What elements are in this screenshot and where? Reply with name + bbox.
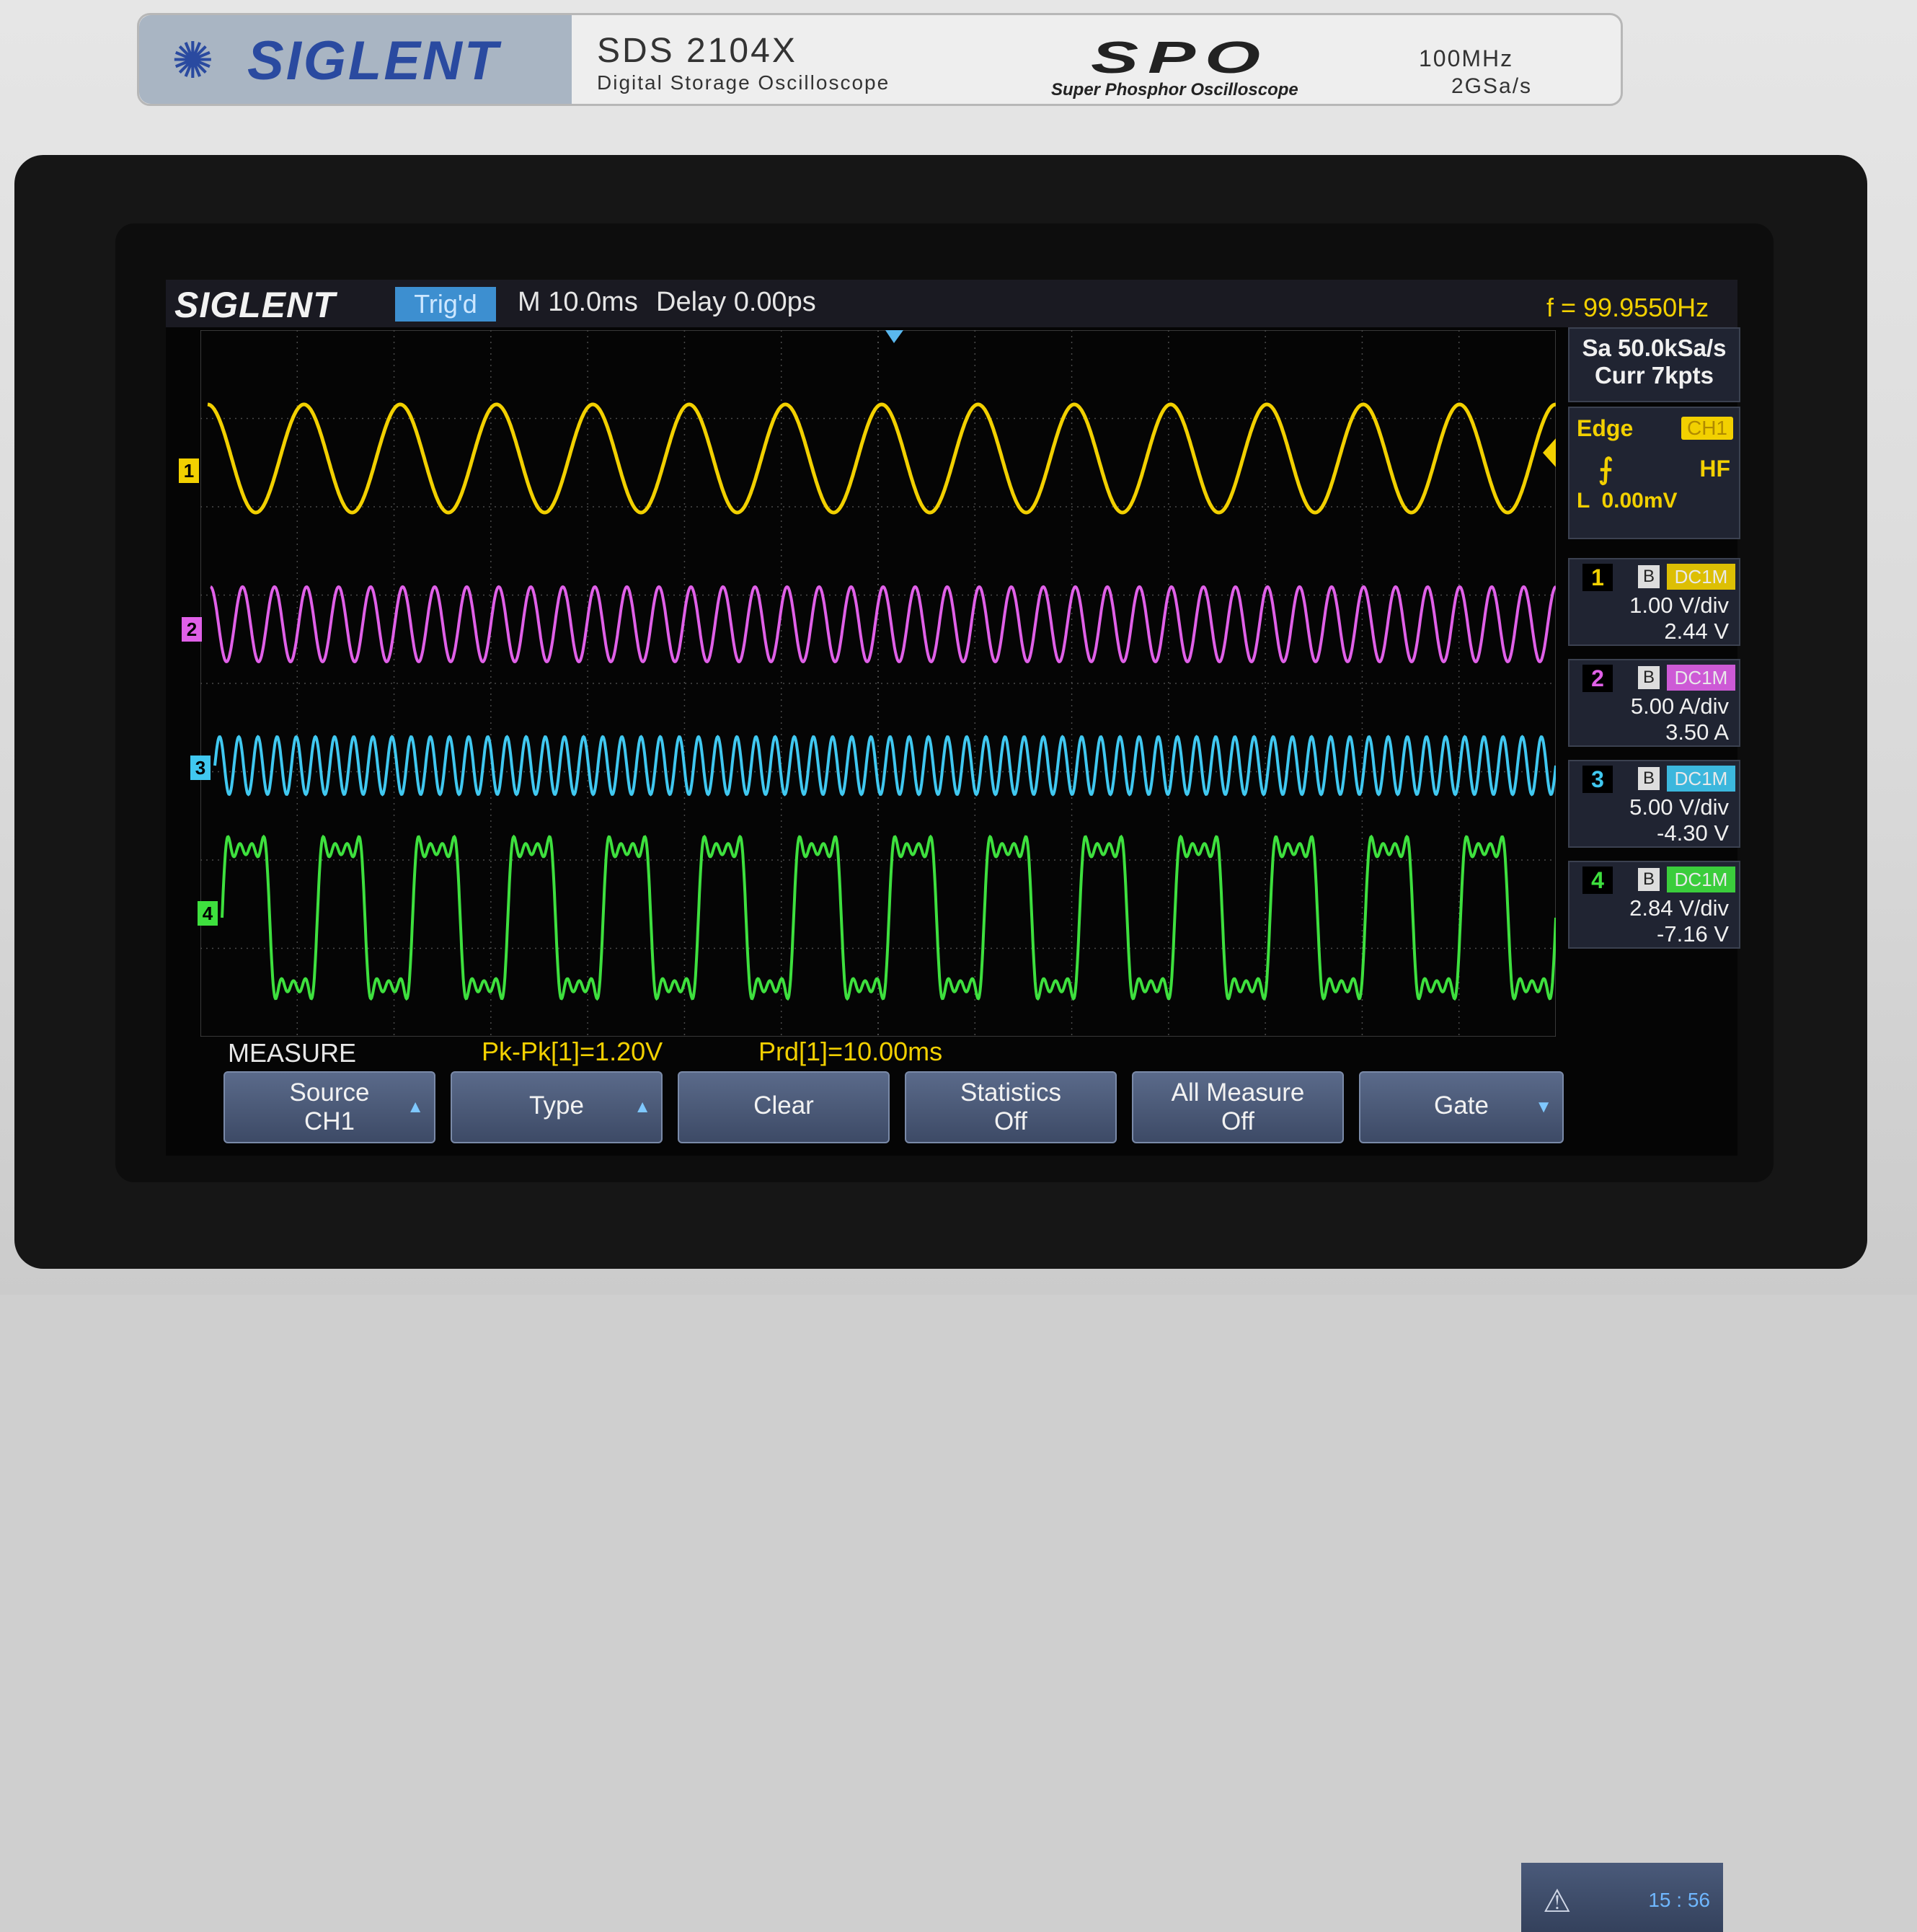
waveform-grid[interactable]	[200, 330, 1556, 1037]
network-disconnected-icon: ⚠	[1543, 1884, 1572, 1919]
softkey-statistics[interactable]: Statistics Off	[905, 1071, 1117, 1143]
vertical-scale: 2.84 V/div	[1629, 895, 1729, 921]
trigger-state-badge: Trig'd	[395, 287, 496, 322]
vertical-scale: 1.00 V/div	[1629, 593, 1729, 618]
status-bar: SIGLENT Trig'd M 10.0ms Delay 0.00ps f =…	[166, 280, 1737, 327]
model-name: SDS 2104X	[597, 32, 797, 70]
softkey-gate[interactable]: Gate ▼	[1359, 1071, 1564, 1143]
channel-2-box[interactable]: 2 B DC1M 5.00 A/div 3.50 A	[1568, 659, 1740, 747]
bandwidth-limit-badge: B	[1638, 868, 1660, 891]
measure-pkpk-value: Pk-Pk[1]=1.20V	[482, 1037, 663, 1066]
frequency-readout: f = 99.9550Hz	[1546, 293, 1709, 322]
bandwidth-limit-badge: B	[1638, 565, 1660, 588]
spo-tagline: Super Phosphor Oscilloscope	[1051, 80, 1298, 99]
coupling-badge: DC1M	[1667, 564, 1735, 590]
vertical-offset: -7.16 V	[1657, 921, 1729, 947]
softkey-label: Gate	[1434, 1091, 1489, 1120]
trigger-type: Edge	[1577, 415, 1634, 441]
arrow-up-icon: ▲	[407, 1097, 424, 1117]
channel-number: 1	[1582, 564, 1613, 591]
coupling-badge: DC1M	[1667, 665, 1735, 691]
ch2-waveform	[210, 585, 1556, 664]
softkey-type[interactable]: Type ▲	[451, 1071, 663, 1143]
rising-edge-icon: ⨍	[1598, 453, 1613, 485]
acquisition-box[interactable]: Sa 50.0kSa/s Curr 7kpts	[1568, 327, 1740, 402]
timebase-readout: M 10.0ms	[518, 287, 638, 317]
sample-rate-label: 2GSa/s	[1451, 74, 1533, 98]
bandwidth-label: 100MHz	[1419, 45, 1514, 71]
brand-plate: ✺ SIGLENT SDS 2104X Digital Storage Osci…	[137, 13, 1623, 106]
softkey-label: All Measure	[1171, 1078, 1305, 1107]
vertical-offset: 3.50 A	[1665, 719, 1729, 745]
coupling-badge: DC1M	[1667, 766, 1735, 792]
bandwidth-limit-badge: B	[1638, 767, 1660, 790]
softkey-all-measure[interactable]: All Measure Off	[1132, 1071, 1344, 1143]
vertical-offset: -4.30 V	[1657, 820, 1729, 846]
channel-number: 4	[1582, 867, 1613, 894]
vertical-scale: 5.00 A/div	[1630, 694, 1729, 719]
ch1-waveform	[207, 402, 1556, 515]
spo-logo: SPO	[1091, 33, 1270, 83]
brand-logo-area: ✺ SIGLENT	[139, 15, 572, 104]
softkey-label: Statistics	[960, 1078, 1062, 1107]
channel-number: 3	[1582, 766, 1613, 793]
trigger-box[interactable]: Edge CH1 ⨍ HF L 0.00mV	[1568, 407, 1740, 539]
measure-label: MEASURE	[228, 1038, 357, 1068]
measure-period-value: Prd[1]=10.00ms	[758, 1037, 943, 1066]
vertical-offset: 2.44 V	[1664, 619, 1729, 644]
memory-depth-readout: Curr 7kpts	[1594, 362, 1714, 389]
channel-1-box[interactable]: 1 B DC1M 1.00 V/div 2.44 V	[1568, 558, 1740, 646]
bandwidth-limit-badge: B	[1638, 666, 1660, 689]
sample-rate-readout: Sa 50.0kSa/s	[1582, 334, 1727, 361]
softkey-value: Off	[993, 1107, 1028, 1135]
ch1-marker[interactable]: 1	[179, 458, 199, 483]
softkey-label: Clear	[753, 1091, 814, 1120]
trigger-level-marker	[1543, 438, 1556, 467]
channel-3-box[interactable]: 3 B DC1M 5.00 V/div -4.30 V	[1568, 760, 1740, 848]
ch4-waveform	[221, 834, 1556, 1001]
siglent-swirl-icon: ✺	[172, 32, 214, 89]
softkey-clear[interactable]: Clear	[678, 1071, 890, 1143]
arrow-up-icon: ▲	[634, 1097, 651, 1117]
oscilloscope-bezel: ✺ SIGLENT SDS 2104X Digital Storage Osci…	[0, 0, 1917, 1932]
ch4-marker[interactable]: 4	[198, 901, 218, 926]
ch3-waveform	[213, 735, 1556, 797]
channel-number: 2	[1582, 665, 1613, 692]
screen-logo: SIGLENT	[174, 285, 336, 325]
trigger-coupling: HF	[1699, 456, 1730, 482]
softkey-label: Type	[529, 1091, 584, 1120]
model-subtitle: Digital Storage Oscilloscope	[597, 71, 890, 94]
softkey-value: Off	[1221, 1107, 1255, 1135]
system-status-area: ⚠ 15 : 56	[1521, 1863, 1723, 1932]
brand-logo: SIGLENT	[247, 30, 500, 92]
ch2-marker[interactable]: 2	[182, 617, 202, 642]
trigger-level: L 0.00mV	[1577, 489, 1678, 513]
lcd-screen: SIGLENT Trig'd M 10.0ms Delay 0.00ps f =…	[166, 280, 1740, 1932]
trigger-source-badge: CH1	[1681, 417, 1733, 440]
vertical-scale: 5.00 V/div	[1629, 794, 1729, 820]
delay-readout: Delay 0.00ps	[656, 287, 816, 317]
softkey-value: CH1	[304, 1107, 355, 1135]
coupling-badge: DC1M	[1667, 867, 1735, 892]
trigger-position-marker	[885, 330, 903, 343]
arrow-down-icon: ▼	[1535, 1097, 1552, 1117]
graticule	[200, 330, 1556, 1037]
ch3-marker[interactable]: 3	[190, 755, 211, 780]
softkey-menu: Source CH1 ▲ Type ▲ Clear Statistics Off All Mea…	[223, 1071, 1723, 1932]
softkey-label: Source	[289, 1078, 370, 1107]
channel-4-box[interactable]: 4 B DC1M 2.84 V/div -7.16 V	[1568, 861, 1740, 949]
softkey-source[interactable]: Source CH1 ▲	[223, 1071, 435, 1143]
clock: 15 : 56	[1648, 1889, 1710, 1911]
